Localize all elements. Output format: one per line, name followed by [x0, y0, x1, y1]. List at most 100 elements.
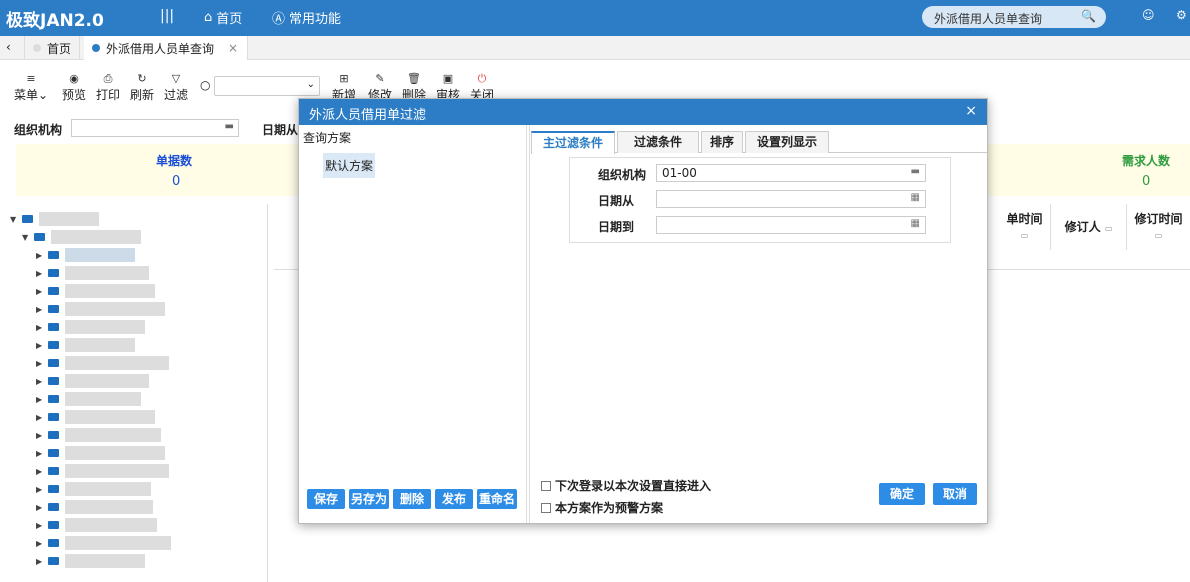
save-as-button[interactable]: 另存为 [349, 489, 389, 509]
rename-button[interactable]: 重命名 [477, 489, 517, 509]
tree-node[interactable]: ▶ [36, 392, 142, 406]
user-icon[interactable]: ☺ [1142, 8, 1155, 22]
folder-icon [22, 215, 34, 223]
eye-icon: ◉ [69, 72, 79, 85]
refresh-label: 刷新 [130, 88, 155, 102]
tab-close-icon[interactable]: × [228, 41, 238, 55]
quick-search-combo[interactable]: ○ ⌄ [200, 76, 320, 96]
tree-node[interactable]: ▶ [36, 500, 154, 514]
tab-back-icon[interactable]: ‹ [6, 40, 11, 54]
col-reviser[interactable]: 修订人 ▭ [1050, 204, 1126, 250]
collapsed-icon: ▶ [36, 538, 43, 548]
redacted-label [65, 356, 170, 370]
preview-button[interactable]: ◉ 预览 [62, 72, 86, 103]
sort-icon[interactable]: ▭ [1105, 224, 1113, 233]
quick-search-select[interactable]: ⌄ [214, 76, 320, 96]
org-field-input[interactable]: 01-00 ▬ [656, 164, 926, 182]
search-value: 外派借用人员单查询 [934, 12, 1043, 26]
org-label: 组织机构 [14, 123, 63, 137]
redacted-label [65, 446, 166, 460]
checkbox-box[interactable] [541, 480, 551, 491]
date-to-input[interactable]: ▦ [656, 216, 926, 234]
expand-icon: ▼ [22, 232, 29, 242]
preview-label: 预览 [62, 88, 87, 102]
sort-icon[interactable]: ▭ [1127, 231, 1190, 240]
trash-icon: 🗑 [407, 72, 421, 85]
tree-node[interactable]: ▶ [36, 338, 136, 352]
refresh-button[interactable]: ↻ 刷新 [130, 72, 154, 103]
delete-scheme-button[interactable]: 删除 [393, 489, 431, 509]
date-from-input[interactable]: ▦ [656, 190, 926, 208]
search-icon[interactable]: 🔍 [1081, 9, 1096, 23]
tree-node[interactable]: ▶ [36, 248, 136, 262]
tree-node[interactable]: ▶ [36, 554, 146, 568]
tab-column-display[interactable]: 设置列显示 [745, 131, 829, 153]
collapsed-icon: ▶ [36, 556, 43, 566]
tree-node[interactable]: ▶ [36, 374, 150, 388]
collapsed-icon: ▶ [36, 430, 43, 440]
save-button[interactable]: 保存 [307, 489, 345, 509]
redacted-label [39, 212, 100, 226]
tab-filter-conditions[interactable]: 过滤条件 [617, 131, 699, 153]
warning-scheme-checkbox[interactable]: 本方案作为预警方案 [541, 499, 663, 516]
print-button[interactable]: ⎙ 打印 [96, 72, 120, 103]
dialog-title[interactable]: 外派人员借用单过滤 × [299, 99, 987, 125]
settings-icon[interactable]: ⚙ [1176, 8, 1187, 22]
redacted-label [65, 302, 166, 316]
tree-node[interactable]: ▶ [36, 428, 162, 442]
tree-node[interactable]: ▶ [36, 410, 156, 424]
cancel-button[interactable]: 取消 [933, 483, 977, 505]
dialog-splitter[interactable] [526, 125, 530, 523]
org-tree: ▼ ▼ ▶ ▶ ▶ ▶ ▶ ▶ ▶ ▶ ▶ ▶ ▶ ▶ ▶ ▶ ▶ ▶ ▶ ▶ [0, 204, 268, 582]
redacted-label [65, 248, 136, 262]
nav-common-functions[interactable]: Ⓐ 常用功能 [272, 8, 341, 27]
tree-node[interactable]: ▶ [36, 284, 156, 298]
tab-home-label: 首页 [47, 41, 72, 56]
tab-outsourced-query[interactable]: 外派借用人员单查询 × [84, 36, 248, 60]
direct-entry-label: 下次登录以本次设置直接进入 [555, 479, 712, 493]
org-field-value: 01-00 [662, 166, 697, 180]
folder-icon [48, 503, 60, 511]
tree-node[interactable]: ▶ [36, 536, 172, 550]
direct-entry-checkbox[interactable]: 下次登录以本次设置直接进入 [541, 477, 711, 494]
filter-icon: ▽ [171, 72, 181, 85]
tree-node[interactable]: ▶ [36, 266, 150, 280]
printer-icon: ⎙ [103, 72, 113, 85]
tab-home[interactable]: 首页 [24, 36, 81, 60]
col-revise-time[interactable]: 修订时间 ▭ [1126, 204, 1190, 250]
tab-sort[interactable]: 排序 [701, 131, 743, 153]
tree-node[interactable]: ▼ [22, 230, 142, 244]
redacted-label [65, 482, 152, 496]
tree-root[interactable]: ▼ [10, 212, 100, 226]
menu-toggle-icon[interactable]: ||| [160, 8, 174, 24]
filter-button[interactable]: ▽ 过滤 [164, 72, 188, 103]
folder-icon[interactable]: ▬ [225, 121, 234, 132]
nav-home[interactable]: ⌂ 首页 [204, 8, 242, 27]
dialog-close-icon[interactable]: × [965, 103, 977, 119]
publish-button[interactable]: 发布 [435, 489, 473, 509]
calendar-icon[interactable]: ▦ [911, 192, 920, 203]
scheme-label: 查询方案 [303, 131, 352, 145]
tree-node[interactable]: ▶ [36, 356, 170, 370]
org-input[interactable]: ▬ [71, 119, 239, 137]
ok-button[interactable]: 确定 [879, 483, 925, 505]
tree-node[interactable]: ▶ [36, 320, 146, 334]
global-search-input[interactable]: 外派借用人员单查询 🔍 [922, 6, 1106, 28]
demand-title: 需求人数 [1122, 154, 1171, 168]
tree-node[interactable]: ▶ [36, 446, 166, 460]
home-icon: ⌂ [204, 10, 213, 25]
menu-button[interactable]: ≡ 菜单⌄ [14, 72, 48, 103]
redacted-label [65, 284, 156, 298]
checkbox-box[interactable] [541, 502, 551, 513]
scheme-item-default[interactable]: 默认方案 [323, 153, 376, 178]
tree-node[interactable]: ▶ [36, 482, 152, 496]
collapsed-icon: ▶ [36, 304, 43, 314]
folder-icon[interactable]: ▬ [911, 166, 920, 177]
tree-node[interactable]: ▶ [36, 518, 158, 532]
folder-icon [48, 323, 60, 331]
tab-main-conditions[interactable]: 主过滤条件 [531, 131, 615, 154]
tree-node[interactable]: ▶ [36, 302, 166, 316]
folder-icon [48, 539, 60, 547]
calendar-icon[interactable]: ▦ [911, 218, 920, 229]
tree-node[interactable]: ▶ [36, 464, 170, 478]
